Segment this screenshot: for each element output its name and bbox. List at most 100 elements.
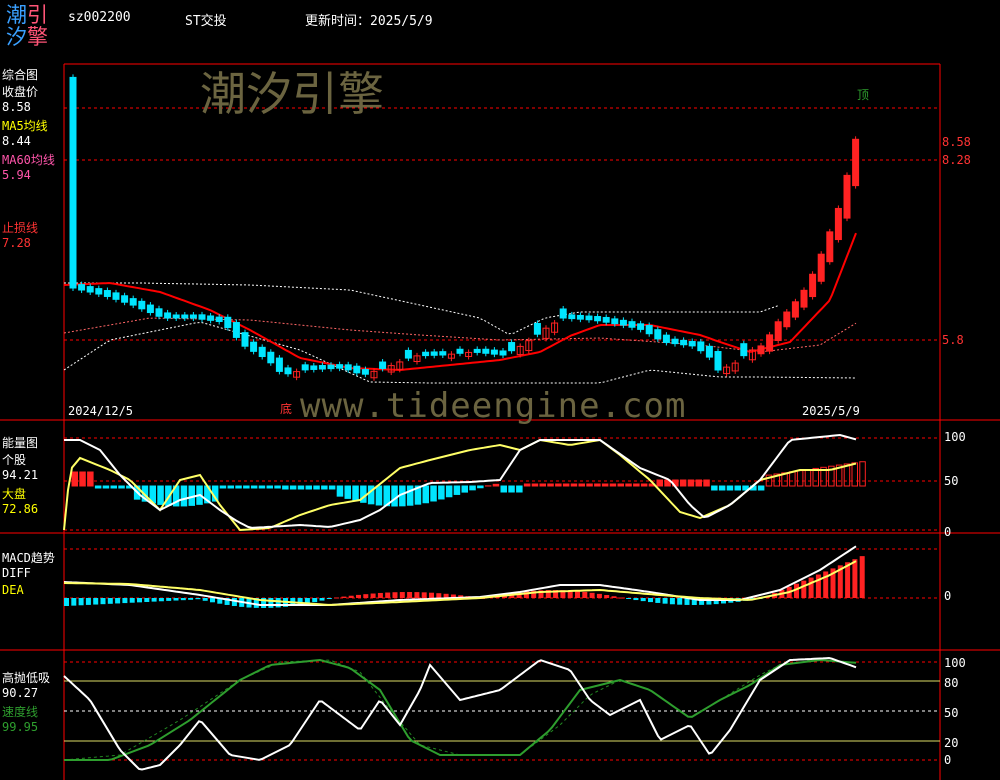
energy-bar: [321, 485, 328, 490]
energy-bar: [227, 485, 234, 489]
macd-bar: [363, 594, 369, 598]
macd-bar: [662, 598, 668, 604]
close-value: 8.58: [2, 100, 31, 114]
candle-body: [404, 349, 412, 359]
candle-body: [671, 338, 679, 345]
candle-body: [258, 346, 266, 358]
candle-body: [705, 345, 713, 358]
macd-bar: [648, 598, 653, 603]
ma5-label: MA5均线: [2, 119, 48, 133]
energy-bar: [477, 485, 484, 489]
energy-bar: [87, 471, 94, 487]
energy-bar: [94, 485, 102, 489]
macd-bar: [268, 598, 274, 608]
stop-value: 7.28: [2, 236, 31, 250]
candle-body: [301, 364, 309, 371]
candle-body: [129, 298, 137, 306]
candle-body: [508, 342, 516, 352]
energy-bar: [157, 485, 164, 505]
candle-body: [800, 289, 808, 308]
stop-label: 止损线: [2, 221, 39, 235]
ma60-value: 5.94: [2, 168, 31, 182]
energy-bar: [274, 485, 281, 489]
speed-value: 99.95: [2, 720, 39, 734]
macd-bar: [180, 598, 186, 601]
energy-bar: [516, 485, 523, 493]
candle-body: [843, 174, 851, 219]
candle-body: [757, 345, 765, 355]
energy-bar: [118, 485, 125, 489]
macd-bar: [71, 598, 77, 606]
candle-body: [336, 364, 344, 369]
market-energy-line: [63, 438, 857, 532]
candle-body: [783, 311, 791, 328]
candle-body: [697, 341, 705, 352]
energy-bar: [445, 485, 453, 498]
macd-bar: [640, 598, 646, 602]
energy-bar: [703, 479, 710, 487]
energy-bar: [352, 485, 359, 501]
macd-bar: [677, 598, 683, 605]
ma60-label: MA60均线: [2, 153, 55, 167]
panel1-title: 综合图: [2, 68, 39, 82]
candle-body: [637, 323, 645, 330]
macd-bar: [85, 598, 91, 605]
macd-bar: [144, 598, 150, 602]
candle-body: [422, 351, 430, 357]
candle-body: [318, 365, 326, 370]
macd-bar: [633, 598, 639, 601]
energy-bar: [508, 485, 515, 493]
diff-label: DIFF: [2, 566, 31, 580]
candle-body: [103, 290, 111, 297]
candle-body: [327, 364, 335, 370]
energy-bar: [594, 483, 601, 487]
candle-body: [215, 316, 223, 322]
macd-bar: [377, 592, 383, 598]
energy-bar: [812, 467, 819, 487]
candle-body: [172, 314, 180, 319]
candle-body: [267, 351, 275, 364]
candle-body: [559, 308, 567, 319]
panel4-title: 高抛低吸: [2, 671, 51, 685]
macd-bar: [370, 593, 376, 598]
macd-bar: [64, 598, 69, 606]
energy-bar: [344, 485, 351, 499]
candle-body: [852, 138, 860, 187]
energy-bar: [391, 485, 398, 507]
candle-body: [533, 322, 541, 335]
candle-body: [688, 341, 696, 347]
macd-bar: [173, 598, 179, 601]
candle-body: [164, 312, 172, 319]
macd-bar: [407, 592, 413, 598]
macd-bar: [815, 574, 821, 598]
energy-bar: [570, 483, 578, 487]
candle-body: [499, 350, 507, 356]
candle-body: [611, 318, 619, 325]
macd-bar: [611, 596, 617, 598]
energy-bar: [578, 483, 585, 487]
macd-bar: [618, 597, 624, 599]
macd-bar: [107, 598, 113, 604]
upper-band: [64, 282, 779, 335]
energy-bar: [305, 485, 312, 490]
macd-bar: [115, 598, 121, 604]
energy-bar: [79, 471, 86, 487]
energy-bar: [492, 483, 500, 487]
macd-bar: [129, 598, 135, 603]
candle-body: [585, 315, 593, 321]
energy-bar: [695, 479, 702, 487]
energy-bar: [406, 485, 414, 506]
energy-bar: [586, 483, 593, 487]
macd-bar: [604, 595, 610, 598]
candle-body: [198, 314, 206, 320]
energy-bar: [422, 485, 429, 504]
macd-bar: [385, 592, 391, 598]
macd-bar: [210, 598, 215, 603]
macd-bar: [575, 591, 580, 598]
energy-bar: [687, 479, 695, 487]
candle-body: [619, 319, 627, 326]
candle-body: [714, 351, 722, 371]
macd-bar: [669, 598, 675, 605]
energy-bar: [282, 485, 289, 490]
energy-axis-0: 0: [944, 525, 952, 539]
